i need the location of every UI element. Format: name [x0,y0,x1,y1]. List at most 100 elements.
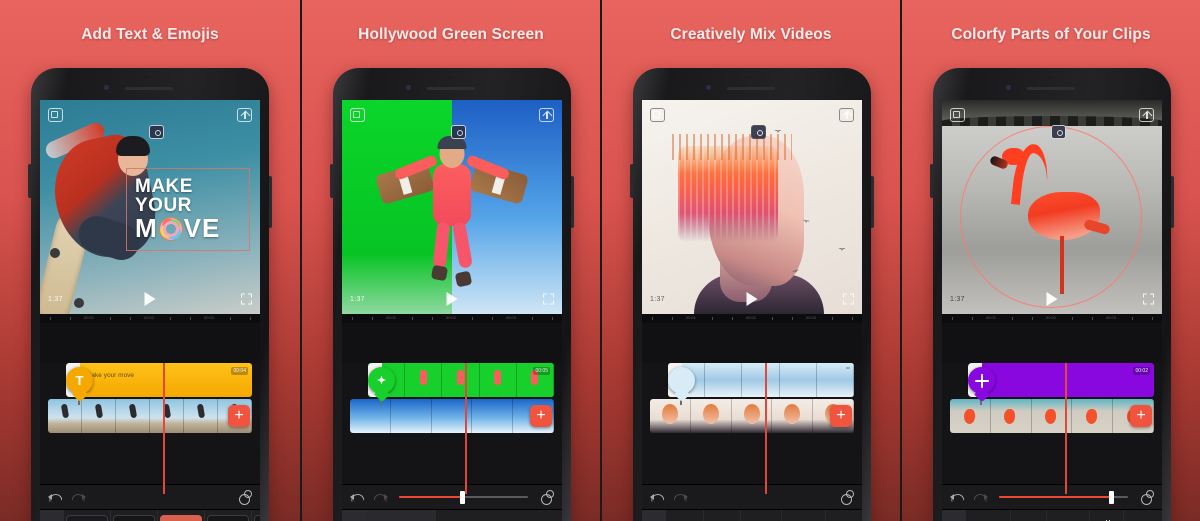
video-preview[interactable]: 1:37 [642,100,862,314]
crosshair-icon [974,373,989,388]
video-preview[interactable]: 1:37 [342,100,562,314]
add-media-button[interactable]: + [228,405,250,427]
play-icon[interactable] [144,292,156,306]
control-spread[interactable]: 0 Spread [436,510,506,521]
font-option-klassisk[interactable]: Abc Klassisk [64,510,111,521]
play-icon[interactable] [746,292,758,306]
play-icon[interactable] [446,292,458,306]
collapse-toolbar-button[interactable]: ‹ [942,510,966,521]
control-duplicate[interactable]: Duplicate [1047,510,1090,521]
timeline-pin-colorfy[interactable] [968,367,995,394]
skater-hair-shape [116,136,150,156]
headline-line-2-right: VE [183,213,221,243]
magic-wand-icon[interactable] [1140,489,1154,505]
filmstrip-frame [990,399,1032,433]
magic-wand-icon[interactable] [238,489,252,505]
camera-icon[interactable] [451,125,466,139]
timeline[interactable]: ✦ 00:05 + [342,363,562,494]
camera-icon[interactable] [751,125,766,139]
playhead[interactable] [1065,363,1067,494]
timeline[interactable]: 00:02 + [942,363,1162,494]
control-blending[interactable]: Blending [782,510,827,521]
text-clip-track[interactable]: Make your move 00:04 [66,363,252,397]
redo-icon[interactable] [374,492,388,502]
control-sensitivity[interactable]: 26 Sensitivity [966,510,1011,521]
control-mask[interactable]: Mask [826,510,862,521]
font-option-perfograma[interactable]: ABC Perfograma [205,510,252,521]
proximity-sensor-icon [144,76,151,79]
timeline[interactable]: T Make your move 00:04 + [40,363,260,494]
sensitivity-slider[interactable] [999,490,1128,504]
control-arrange[interactable]: Arrange [1124,510,1162,521]
share-icon[interactable] [237,108,252,122]
timeline-pin-text[interactable]: T [66,367,93,394]
color-selection-ring[interactable] [960,126,1142,308]
redo-icon[interactable] [974,492,988,502]
font-option-oleo[interactable]: AB Oleo [252,510,260,521]
fullscreen-icon[interactable] [1143,293,1154,305]
collapse-toolbar-button[interactable]: ‹ [642,510,666,521]
add-media-button[interactable]: + [530,405,552,427]
chroma-controls: 56 Threshold 0 Spread [366,510,562,521]
font-option-source[interactable]: Abc Source [111,510,158,521]
control-refine[interactable]: 0 Refine [1011,510,1047,521]
redo-icon[interactable] [72,492,86,502]
fullscreen-icon[interactable] [241,293,252,305]
font-option-bernier[interactable]: ABC Bernier [158,510,205,521]
effects-icon[interactable] [650,108,665,122]
bird-icon [802,219,811,224]
redo-icon[interactable] [674,492,688,502]
cityscape-overlay [678,146,778,242]
control-opacity[interactable]: 85 Opacity [741,510,782,521]
play-icon[interactable] [1046,292,1058,306]
playhead[interactable] [765,363,767,494]
collapse-toolbar-button[interactable]: « [342,510,366,521]
camera-icon[interactable] [149,125,164,139]
magic-wand-icon[interactable] [540,489,554,505]
filmstrip-frame [705,363,743,397]
timeline-ruler: 00:01 00:02 00:03 [40,314,260,323]
fullscreen-icon[interactable] [843,293,854,305]
playhead[interactable] [465,363,467,494]
share-icon[interactable] [1139,108,1154,122]
undo-icon[interactable] [48,492,62,502]
filmstrip [668,363,854,397]
clip-duration: 00:05 [533,367,550,375]
font-list: Abc Klassisk Abc Source ABC Bernier AB [64,510,260,521]
control-audio[interactable]: Audio [704,510,741,521]
control-threshold[interactable]: 56 Threshold [366,510,436,521]
green-screen-clip-track[interactable]: 00:05 [368,363,554,397]
camera-icon[interactable] [1051,125,1066,139]
preview-bottom-bar: 1:37 [942,289,1162,309]
undo-icon[interactable] [950,492,964,502]
timeline-pin-blend[interactable] [668,367,695,394]
add-media-button[interactable]: + [830,405,852,427]
color-effect-clip-track[interactable]: 00:02 [968,363,1154,397]
font-sample: ABC [160,515,202,521]
phone-top-bezel [942,68,1162,100]
video-preview[interactable]: MAKE YOUR M VE 1:37 [40,100,260,314]
fullscreen-icon[interactable] [543,293,554,305]
threshold-slider[interactable] [399,490,528,504]
collapse-toolbar-button[interactable]: « [40,510,64,521]
overlay-clip-track[interactable] [668,363,854,397]
undo-icon[interactable] [650,492,664,502]
control-split[interactable]: Split [1090,510,1124,521]
undo-icon[interactable] [350,492,364,502]
timeline[interactable]: + [642,363,862,494]
share-icon[interactable] [539,108,554,122]
video-preview[interactable]: 1:37 [942,100,1162,314]
panel-title: Add Text & Emojis [81,26,219,43]
control-filters[interactable]: Filters [666,510,704,521]
effects-icon[interactable] [350,108,365,122]
playhead[interactable] [163,363,165,494]
timeline-ruler: 00:01 00:02 00:03 [342,314,562,323]
effects-icon[interactable] [48,108,63,122]
magic-wand-icon[interactable] [840,489,854,505]
effects-icon[interactable] [950,108,965,122]
timeline-pin-green-screen[interactable]: ✦ [368,367,395,394]
phone-mockup: 1:37 00:01 00:02 00:03 [930,68,1174,521]
share-icon[interactable] [839,108,854,122]
text-overlay[interactable]: MAKE YOUR M VE [126,168,250,252]
add-media-button[interactable]: + [1130,405,1152,427]
